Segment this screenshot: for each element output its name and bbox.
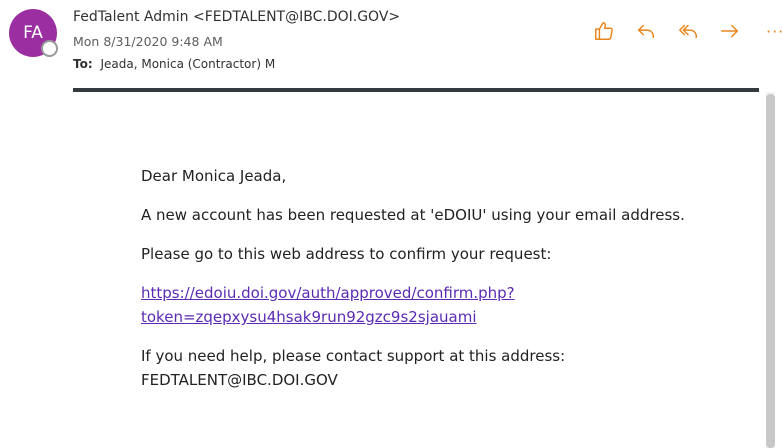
confirm-link-line-2[interactable]: token=zqepxysu4hsak9run92gzc9s2sjauami	[141, 305, 701, 329]
like-icon	[595, 22, 613, 40]
message-body: Dear Monica Jeada, A new account has bee…	[141, 164, 701, 407]
reply-all-button[interactable]	[674, 18, 702, 44]
presence-status-icon	[41, 40, 58, 57]
reply-icon	[637, 24, 655, 39]
email-reading-pane: FA FedTalent Admin <FEDTALENT@IBC.DOI.GO…	[0, 0, 782, 448]
forward-icon	[721, 24, 739, 38]
greeting: Dear Monica Jeada,	[141, 167, 287, 185]
to-label: To:	[73, 57, 93, 71]
reply-button[interactable]	[632, 18, 660, 44]
recipient-name[interactable]: Jeada, Monica (Contractor) M	[100, 57, 275, 71]
scrollbar-thumb[interactable]	[766, 94, 775, 448]
help-text: If you need help, please contact support…	[141, 347, 566, 365]
forward-button[interactable]	[716, 18, 744, 44]
more-icon: ···	[766, 21, 782, 41]
reply-all-icon	[679, 24, 697, 39]
body-paragraph-confirm: Please go to this web address to confirm…	[141, 245, 552, 263]
like-button[interactable]	[590, 18, 618, 44]
body-paragraph-help: If you need help, please contact support…	[141, 344, 701, 392]
body-paragraph-account: A new account has been requested at 'eDO…	[141, 206, 685, 224]
header-divider	[73, 88, 759, 92]
confirm-link-line-1[interactable]: https://edoiu.doi.gov/auth/approved/conf…	[141, 281, 701, 305]
support-email: FEDTALENT@IBC.DOI.GOV	[141, 371, 338, 389]
sender-name[interactable]: FedTalent Admin <FEDTALENT@IBC.DOI.GOV>	[73, 9, 400, 25]
recipients-line: To: Jeada, Monica (Contractor) M	[73, 57, 275, 71]
confirm-link[interactable]: https://edoiu.doi.gov/auth/approved/conf…	[141, 281, 701, 329]
more-actions-button[interactable]: ···	[766, 18, 782, 44]
sent-date: Mon 8/31/2020 9:48 AM	[73, 34, 223, 49]
message-actions	[590, 18, 744, 44]
avatar-initials: FA	[23, 23, 43, 43]
